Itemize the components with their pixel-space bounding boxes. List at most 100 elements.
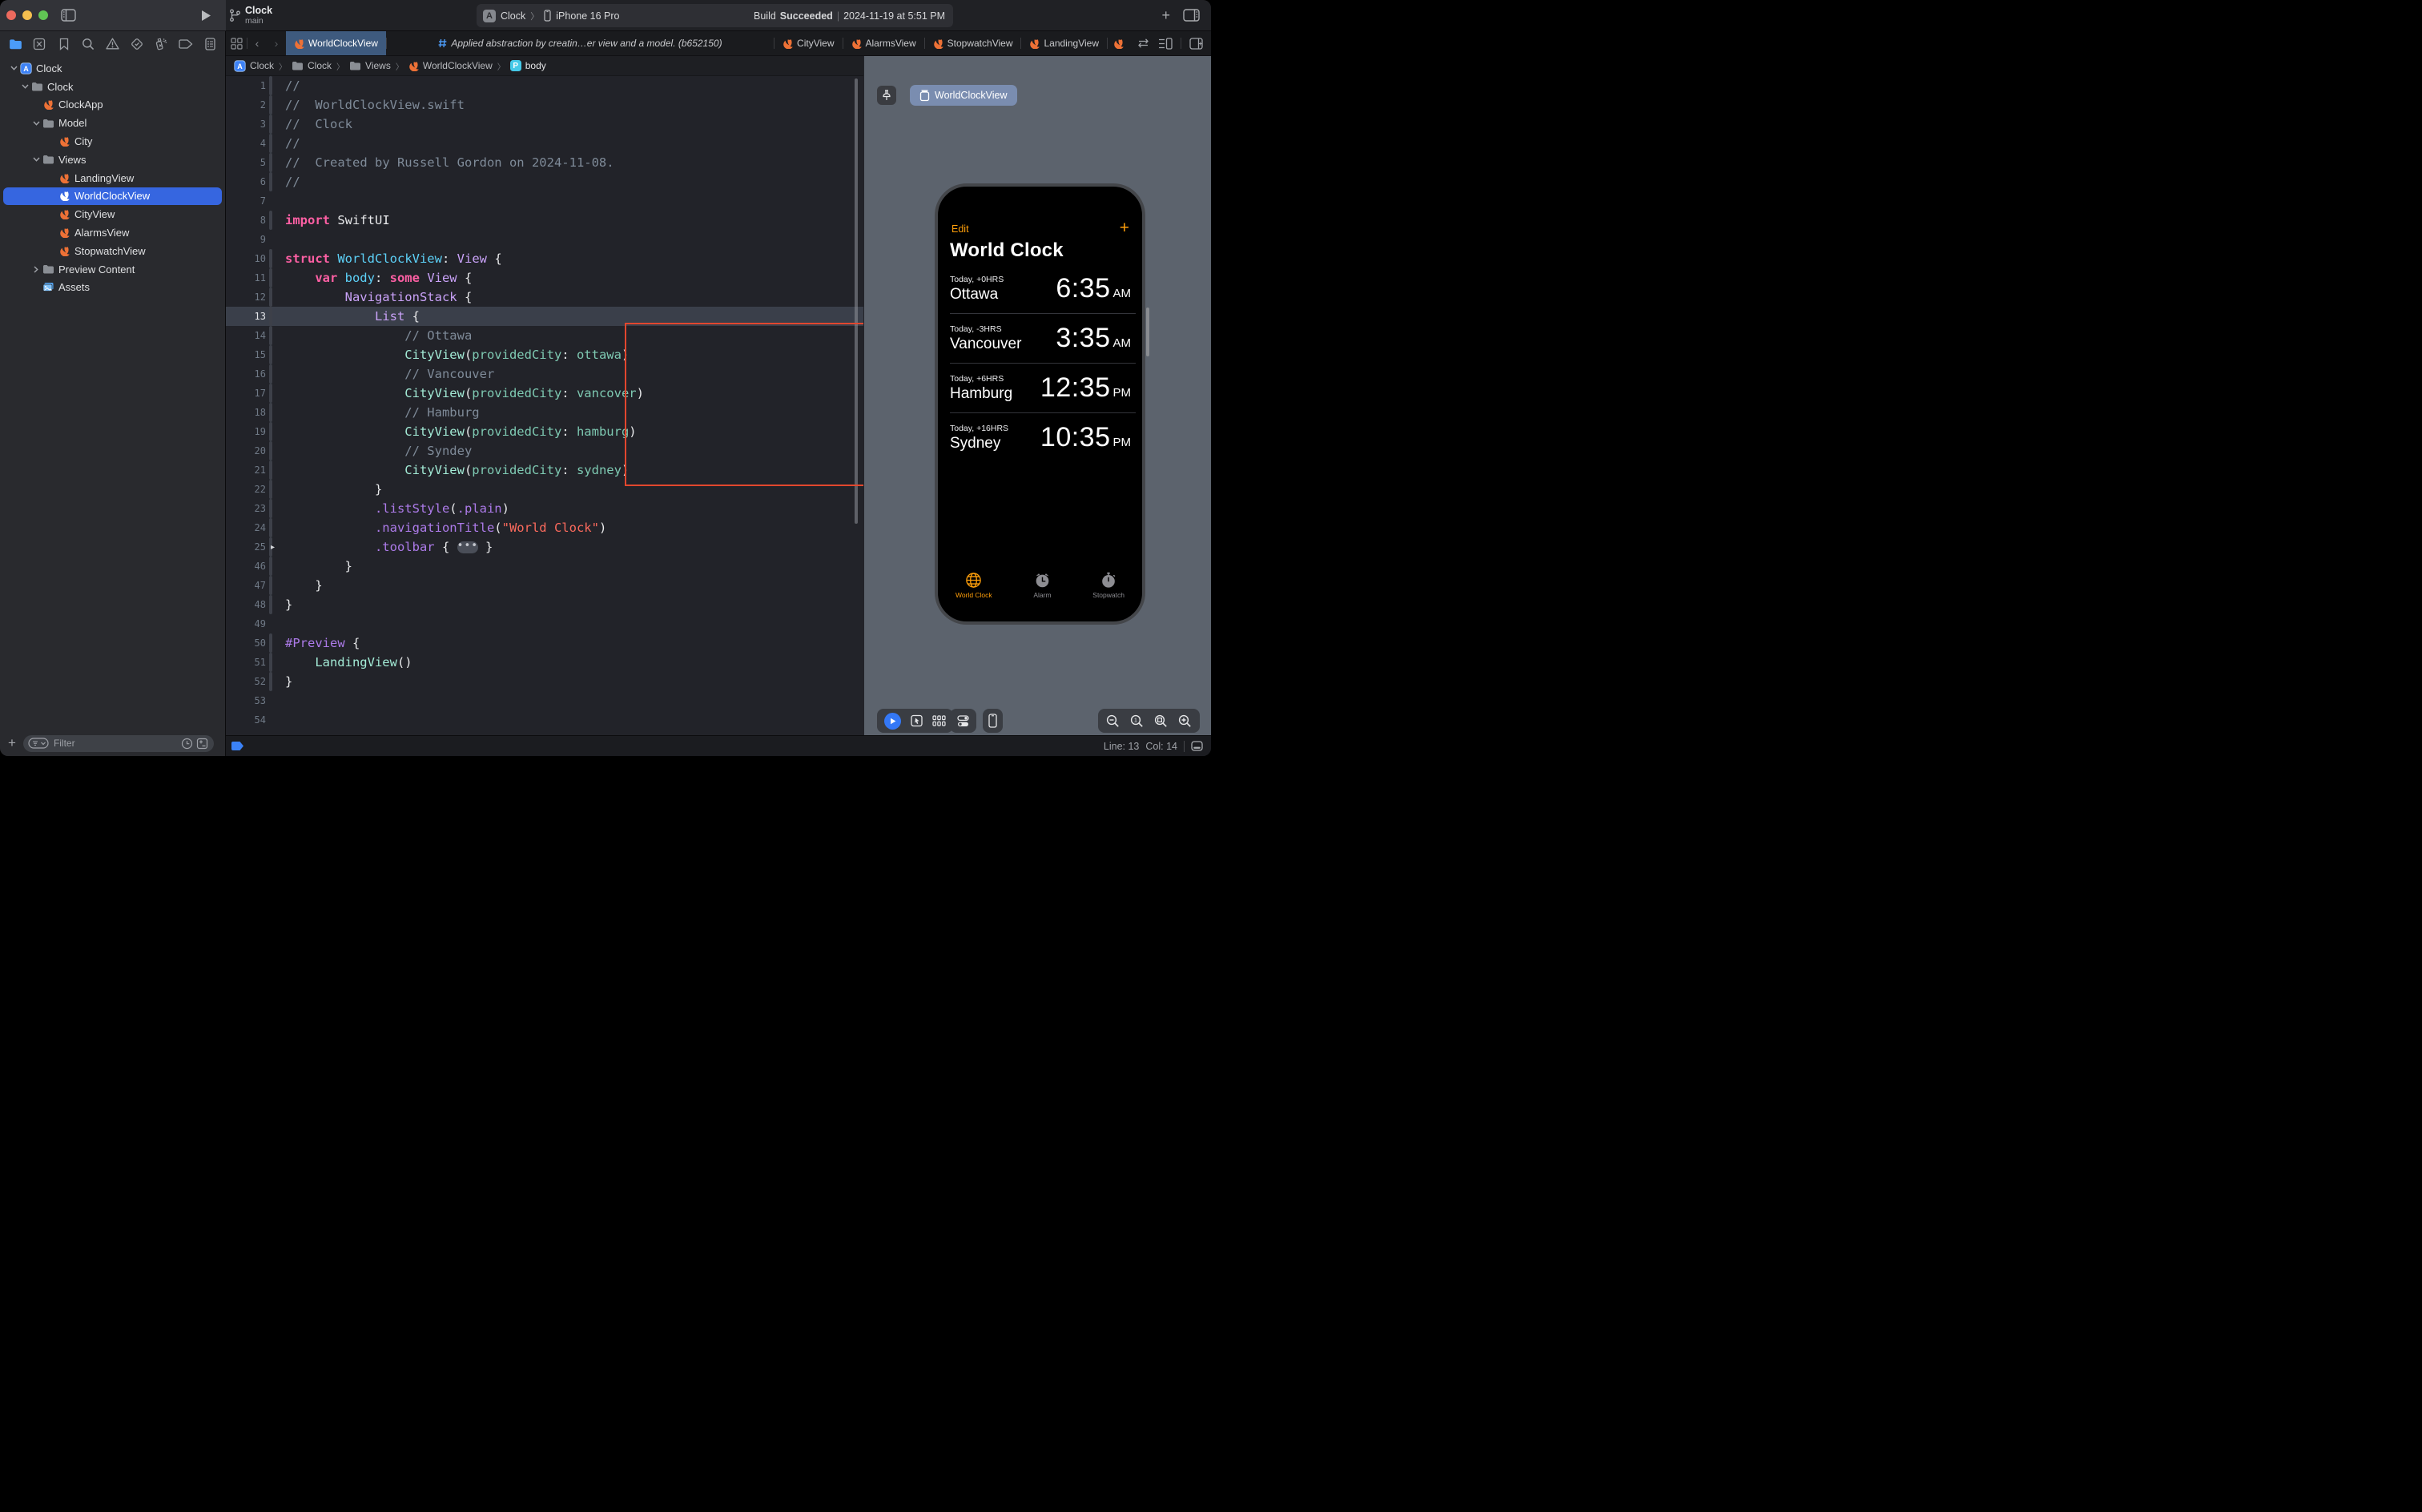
code-fold-chevron-icon[interactable]: ▸ <box>271 543 275 552</box>
add-editor-icon[interactable] <box>1189 38 1203 50</box>
phone-tab-world-clock[interactable]: World Clock <box>956 572 992 599</box>
chevron-open-icon[interactable] <box>19 84 30 89</box>
phone-tab-stopwatch[interactable]: Stopwatch <box>1092 572 1124 599</box>
go-forward-button[interactable]: › <box>267 31 286 55</box>
code-line-7[interactable]: 7 <box>226 191 863 211</box>
sidebar-item-clock[interactable]: AClock <box>0 59 225 78</box>
code-line-24[interactable]: 24.navigationTitle("World Clock") <box>226 518 863 537</box>
code-line-47[interactable]: 47} <box>226 576 863 595</box>
tab-alarmsview[interactable]: AlarmsView <box>843 31 924 55</box>
code-line-49[interactable]: 49 <box>226 614 863 633</box>
code-line-1[interactable]: 1// <box>226 76 863 95</box>
code-line-11[interactable]: 11var body: some View { <box>226 268 863 288</box>
activity-viewer[interactable]: A Clock 〉 iPhone 16 Pro Build Succeeded … <box>477 4 953 27</box>
zoom-in-button[interactable] <box>1178 714 1192 728</box>
find-navigator-icon[interactable] <box>81 37 95 51</box>
go-back-button[interactable]: ‹ <box>247 31 267 55</box>
breadcrumb-item-views[interactable]: Views <box>349 60 391 71</box>
project-navigator-icon[interactable] <box>8 37 22 51</box>
source-control-summary[interactable]: Clock main <box>229 5 272 26</box>
run-button[interactable] <box>201 10 211 22</box>
clock-row-sydney[interactable]: Today, +16HRSSydney10:35PM <box>950 412 1136 462</box>
tab-stopwatchview[interactable]: StopwatchView <box>925 31 1021 55</box>
inspector-toggle-icon[interactable] <box>1183 9 1200 22</box>
variants-mode-button[interactable] <box>932 715 946 726</box>
breadcrumb-item-worldclockview[interactable]: WorldClockView <box>408 60 493 71</box>
code-line-5[interactable]: 5// Created by Russell Gordon on 2024-11… <box>226 153 863 172</box>
sidebar-item-preview-content[interactable]: Preview Content <box>0 260 225 279</box>
zoom-fit-button[interactable] <box>1154 714 1168 728</box>
tab-overview-icon[interactable] <box>226 31 247 55</box>
sidebar-item-landingview[interactable]: LandingView <box>0 169 225 187</box>
swap-editor-icon[interactable] <box>1137 38 1150 49</box>
chevron-open-icon[interactable] <box>30 157 42 162</box>
preview-scroll-indicator[interactable] <box>1146 308 1149 356</box>
clock-row-ottawa[interactable]: Today, +0HRSOttawa6:35AM <box>950 264 1136 313</box>
toggle-navigator-icon[interactable] <box>61 9 76 22</box>
bookmarks-navigator-icon[interactable] <box>57 37 71 51</box>
code-line-51[interactable]: 51LandingView() <box>226 653 863 672</box>
sidebar-item-model[interactable]: Model <box>0 114 225 132</box>
filter-field[interactable]: Filter <box>23 735 214 752</box>
issues-navigator-icon[interactable] <box>106 37 120 51</box>
source-editor[interactable]: 1//2// WorldClockView.swift3// Clock4//5… <box>226 76 863 735</box>
sidebar-item-assets[interactable]: Assets <box>0 279 225 297</box>
tab-cityview[interactable]: CityView <box>774 31 842 55</box>
traffic-light-close[interactable] <box>6 10 16 20</box>
code-line-23[interactable]: 23.listStyle(.plain) <box>226 499 863 518</box>
code-line-12[interactable]: 12NavigationStack { <box>226 288 863 307</box>
editor-options-icon[interactable] <box>1158 38 1173 50</box>
sidebar-item-clock[interactable]: Clock <box>0 78 225 96</box>
code-line-8[interactable]: 8import SwiftUI <box>226 211 863 230</box>
code-line-10[interactable]: 10struct WorldClockView: View { <box>226 249 863 268</box>
bottom-bar-toggle-icon[interactable] <box>1191 741 1203 751</box>
add-editor-tab-button[interactable]: + <box>1161 7 1170 24</box>
phone-tab-alarm[interactable]: Alarm <box>1033 572 1051 599</box>
debug-navigator-icon[interactable] <box>154 37 168 51</box>
tests-navigator-icon[interactable] <box>130 37 144 51</box>
zoom-100-button[interactable]: 1 <box>1130 714 1144 728</box>
add-city-button[interactable]: + <box>1120 219 1129 238</box>
traffic-light-minimize[interactable] <box>22 10 32 20</box>
sidebar-item-views[interactable]: Views <box>0 151 225 169</box>
live-preview-button[interactable] <box>884 713 901 730</box>
folded-code-pill[interactable]: ••• <box>457 541 478 553</box>
code-line-54[interactable]: 54 <box>226 710 863 730</box>
add-file-button[interactable]: + <box>8 735 16 751</box>
code-line-9[interactable]: 9 <box>226 230 863 249</box>
selectable-mode-button[interactable] <box>911 714 923 727</box>
pin-preview-button[interactable] <box>877 86 896 105</box>
sidebar-item-cityview[interactable]: CityView <box>0 205 225 223</box>
sidebar-item-clockapp[interactable]: ClockApp <box>0 96 225 115</box>
zoom-out-button[interactable] <box>1106 714 1120 728</box>
sidebar-item-alarmsview[interactable]: AlarmsView <box>0 223 225 242</box>
reports-navigator-icon[interactable] <box>203 37 217 51</box>
traffic-light-zoom[interactable] <box>38 10 48 20</box>
recent-files-icon[interactable] <box>181 738 193 750</box>
sidebar-item-stopwatchview[interactable]: StopwatchView <box>0 242 225 260</box>
code-line-46[interactable]: 46} <box>226 557 863 576</box>
sidebar-item-city[interactable]: City <box>0 132 225 151</box>
source-control-status-icon[interactable] <box>196 738 208 750</box>
breadcrumb-item-body[interactable]: Pbody <box>510 60 546 71</box>
preview-target-pill[interactable]: WorldClockView <box>910 85 1017 106</box>
code-line-3[interactable]: 3// Clock <box>226 115 863 134</box>
clock-row-vancouver[interactable]: Today, -3HRSVancouver3:35AM <box>950 313 1136 363</box>
tab-partial[interactable] <box>1108 31 1129 55</box>
clock-row-hamburg[interactable]: Today, +6HRSHamburg12:35PM <box>950 363 1136 412</box>
sidebar-item-worldclockview[interactable]: WorldClockView <box>0 187 225 206</box>
tab-applied-abstraction-by-creatin[interactable]: Applied abstraction by creatin…er view a… <box>387 31 774 55</box>
breadcrumb-item-clock[interactable]: AClock <box>234 60 274 72</box>
code-line-25[interactable]: 25▸.toolbar { ••• } <box>226 537 863 557</box>
code-line-48[interactable]: 48} <box>226 595 863 614</box>
source-control-navigator-icon[interactable] <box>32 37 46 51</box>
code-line-4[interactable]: 4// <box>226 134 863 153</box>
run-destination[interactable]: iPhone 16 Pro <box>556 10 619 22</box>
edit-button[interactable]: Edit <box>952 223 969 235</box>
chevron-closed-icon[interactable] <box>30 266 42 273</box>
code-line-50[interactable]: 50#Preview { <box>226 633 863 653</box>
tab-landingview[interactable]: LandingView <box>1021 31 1107 55</box>
code-line-6[interactable]: 6// <box>226 172 863 191</box>
preview-device-button[interactable] <box>988 714 997 728</box>
chevron-open-icon[interactable] <box>30 121 42 126</box>
